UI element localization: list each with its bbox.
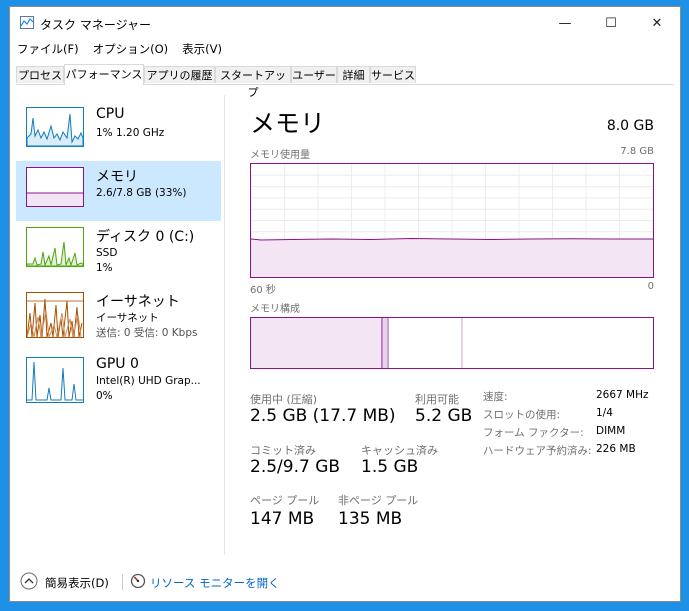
- sidebar-disk-title: ディスク 0 (C:): [96, 229, 195, 245]
- minimize-icon: —: [558, 15, 572, 31]
- menu-view[interactable]: 表示(V): [175, 40, 229, 58]
- memory-composition-bar: [250, 317, 654, 369]
- window-title: タスク マネージャー: [40, 18, 151, 32]
- menu-bar: ファイル(F) オプション(O) 表示(V): [10, 40, 229, 58]
- tab-strip: プロセス パフォーマンス アプリの履歴 スタートアップ ユーザー 詳細 サービス: [16, 64, 674, 99]
- menu-options[interactable]: オプション(O): [86, 40, 176, 58]
- tab-app-history[interactable]: アプリの履歴: [144, 66, 215, 83]
- memory-detail: メモリ 8.0 GB メモリ使用量 7.8 GB 60 秒 0 メモリ構成 使用…: [250, 85, 654, 555]
- speed-label: 速度:: [483, 391, 508, 403]
- slots-value: 1/4: [596, 407, 613, 419]
- speed-value: 2667 MHz: [596, 389, 649, 401]
- panel-divider: [224, 95, 225, 555]
- sidebar-memory-usage: 2.6/7.8 GB (33%): [96, 187, 187, 199]
- memory-total: 8.0 GB: [606, 118, 654, 134]
- tab-services[interactable]: サービス: [370, 66, 416, 83]
- chevron-up-icon[interactable]: [20, 572, 38, 590]
- sidebar-item-gpu[interactable]: GPU 0 Intel(R) UHD Grap... 0%: [16, 351, 221, 411]
- tab-details[interactable]: 詳細: [337, 66, 370, 83]
- memory-thumbnail-graph: [26, 167, 84, 207]
- sidebar-item-memory[interactable]: メモリ 2.6/7.8 GB (33%): [16, 161, 221, 221]
- task-manager-app-icon: [20, 16, 34, 29]
- tab-processes[interactable]: プロセス: [16, 66, 64, 83]
- available-value: 5.2 GB: [415, 406, 473, 426]
- nonpaged-pool-label: 非ページ プール: [338, 494, 419, 507]
- gpu-thumbnail-graph: [26, 357, 84, 403]
- paged-pool-value: 147 MB: [250, 509, 315, 529]
- tab-performance[interactable]: パフォーマンス: [64, 64, 144, 85]
- menu-file[interactable]: ファイル(F): [10, 40, 86, 58]
- disk-sparkline: [26, 241, 84, 267]
- graph-time-right: 0: [647, 281, 654, 292]
- committed-label: コミット済み: [250, 444, 316, 457]
- memory-usage-label: メモリ使用量: [250, 150, 310, 161]
- simple-view-button[interactable]: 簡易表示(D): [45, 575, 109, 591]
- cached-label: キャッシュ済み: [361, 444, 438, 457]
- ethernet-sparkline: [26, 298, 83, 339]
- maximize-button[interactable]: ☐: [588, 7, 634, 39]
- sidebar-memory-title: メモリ: [96, 169, 138, 185]
- sidebar-item-cpu[interactable]: CPU 1% 1.20 GHz: [16, 101, 221, 161]
- footer-bar: 簡易表示(D) リソース モニターを開く: [10, 561, 680, 601]
- footer-divider: [122, 574, 123, 590]
- cached-value: 1.5 GB: [361, 457, 419, 477]
- memory-usage-max: 7.8 GB: [620, 146, 654, 157]
- sidebar-disk-type: SSD: [96, 247, 118, 259]
- committed-value: 2.5/9.7 GB: [250, 457, 341, 477]
- slots-label: スロットの使用:: [483, 409, 561, 421]
- in-use-label: 使用中 (圧縮): [250, 393, 318, 406]
- close-button[interactable]: ✕: [634, 7, 680, 39]
- maximize-icon: ☐: [605, 15, 617, 31]
- task-manager-window: タスク マネージャー — ☐ ✕ ファイル(F) オプション(O) 表示(V) …: [9, 6, 681, 602]
- form-factor-value: DIMM: [596, 425, 626, 437]
- minimize-button[interactable]: —: [542, 7, 588, 39]
- sidebar-gpu-title: GPU 0: [96, 356, 139, 372]
- resource-monitor-icon: [130, 573, 146, 589]
- performance-panel: CPU 1% 1.20 GHz メモリ 2.6/7.8 GB (33%) ディス…: [10, 85, 680, 563]
- cpu-thumbnail-graph: [26, 107, 84, 147]
- sidebar-cpu-usage: 1% 1.20 GHz: [96, 127, 165, 139]
- cpu-sparkline: [26, 113, 84, 147]
- sidebar-ethernet-name: イーサネット: [96, 312, 159, 324]
- sidebar-ethernet-throughput: 送信: 0 受信: 0 Kbps: [96, 327, 198, 339]
- sidebar-disk-usage: 1%: [96, 262, 113, 274]
- title-bar[interactable]: タスク マネージャー — ☐ ✕: [10, 7, 680, 39]
- available-label: 利用可能: [415, 393, 459, 406]
- disk-thumbnail-graph: [26, 227, 84, 267]
- tab-users[interactable]: ユーザー: [291, 66, 337, 83]
- nonpaged-pool-value: 135 MB: [338, 509, 403, 529]
- memory-composition-plot: [251, 318, 463, 368]
- open-resource-monitor-link[interactable]: リソース モニターを開く: [150, 575, 280, 591]
- close-icon: ✕: [651, 15, 663, 31]
- memory-sparkline: [27, 192, 83, 206]
- in-use-value: 2.5 GB (17.7 MB): [250, 406, 396, 426]
- sidebar-cpu-title: CPU: [96, 106, 125, 122]
- sidebar-item-disk[interactable]: ディスク 0 (C:) SSD 1%: [16, 221, 221, 281]
- graph-time-left: 60 秒: [250, 285, 276, 296]
- ethernet-thumbnail-graph: [26, 292, 84, 339]
- sidebar-gpu-name: Intel(R) UHD Grap...: [96, 375, 201, 387]
- memory-composition-label: メモリ構成: [250, 304, 300, 315]
- memory-usage-graph: [250, 163, 654, 278]
- sidebar-item-ethernet[interactable]: イーサネット イーサネット 送信: 0 受信: 0 Kbps: [16, 286, 221, 346]
- hardware-reserved-value: 226 MB: [596, 443, 636, 455]
- memory-usage-plot: [250, 164, 653, 277]
- sidebar-ethernet-title: イーサネット: [96, 294, 180, 310]
- sidebar-gpu-usage: 0%: [96, 390, 113, 402]
- form-factor-label: フォーム ファクター:: [483, 427, 584, 439]
- tab-startup[interactable]: スタートアップ: [215, 66, 291, 99]
- paged-pool-label: ページ プール: [250, 494, 320, 507]
- hardware-reserved-label: ハードウェア予約済み:: [483, 445, 592, 457]
- gpu-sparkline: [27, 361, 83, 401]
- memory-title: メモリ: [250, 109, 326, 138]
